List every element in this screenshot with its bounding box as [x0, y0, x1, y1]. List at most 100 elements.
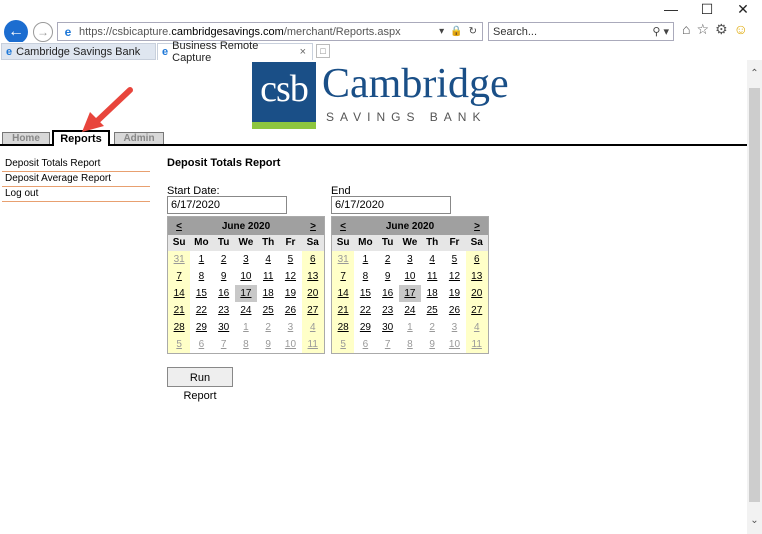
prev-month-link[interactable]: <	[168, 221, 190, 232]
calendar-day[interactable]: 4	[257, 251, 279, 268]
start-date-input[interactable]	[167, 196, 287, 214]
calendar-day[interactable]: 2	[213, 251, 235, 268]
calendar-day[interactable]: 1	[235, 319, 257, 336]
calendar-day[interactable]: 7	[168, 268, 191, 285]
calendar-day[interactable]: 22	[354, 302, 376, 319]
calendar-day[interactable]: 31	[332, 251, 355, 268]
next-month-link[interactable]: >	[302, 221, 324, 232]
new-tab-button[interactable]: □	[316, 44, 330, 58]
calendar-day[interactable]: 28	[168, 319, 191, 336]
calendar-day[interactable]: 10	[443, 336, 465, 353]
calendar-day[interactable]: 6	[301, 251, 324, 268]
calendar-day[interactable]: 16	[377, 285, 399, 302]
prev-month-link[interactable]: <	[332, 221, 354, 232]
calendar-day[interactable]: 4	[421, 251, 443, 268]
calendar-day[interactable]: 16	[213, 285, 235, 302]
end-date-input[interactable]	[331, 196, 451, 214]
back-button[interactable]: ←	[4, 20, 28, 44]
sidebar-item-deposit-average[interactable]: Deposit Average Report	[2, 172, 150, 187]
address-bar[interactable]: e https://csbicapture. cambridgesavings.c…	[57, 22, 483, 41]
calendar-day[interactable]: 2	[377, 251, 399, 268]
calendar-day[interactable]: 30	[377, 319, 399, 336]
calendar-day[interactable]: 5	[443, 251, 465, 268]
calendar-day[interactable]: 9	[377, 268, 399, 285]
calendar-day[interactable]: 26	[443, 302, 465, 319]
calendar-day[interactable]: 11	[301, 336, 324, 353]
calendar-day[interactable]: 13	[465, 268, 488, 285]
calendar-day[interactable]: 20	[465, 285, 488, 302]
calendar-day[interactable]: 2	[421, 319, 443, 336]
calendar-day[interactable]: 9	[257, 336, 279, 353]
calendar-day[interactable]: 5	[332, 336, 355, 353]
gear-icon[interactable]: ⚙	[715, 21, 728, 38]
calendar-day[interactable]: 30	[213, 319, 235, 336]
calendar-day[interactable]: 24	[235, 302, 257, 319]
calendar-day[interactable]: 27	[301, 302, 324, 319]
calendar-day[interactable]: 18	[421, 285, 443, 302]
calendar-day[interactable]: 19	[443, 285, 465, 302]
calendar-day[interactable]: 15	[190, 285, 212, 302]
calendar-day[interactable]: 8	[354, 268, 376, 285]
calendar-day[interactable]: 29	[354, 319, 376, 336]
calendar-day[interactable]: 13	[301, 268, 324, 285]
calendar-day[interactable]: 25	[421, 302, 443, 319]
calendar-day[interactable]: 7	[377, 336, 399, 353]
calendar-day[interactable]: 17	[234, 285, 258, 302]
browser-tab-remote-capture[interactable]: e Business Remote Capture ×	[157, 40, 313, 64]
calendar-day[interactable]: 3	[399, 251, 421, 268]
calendar-day[interactable]: 6	[190, 336, 212, 353]
calendar-day[interactable]: 14	[332, 285, 355, 302]
calendar-day[interactable]: 9	[421, 336, 443, 353]
calendar-day[interactable]: 1	[190, 251, 212, 268]
calendar-day[interactable]: 11	[465, 336, 488, 353]
calendar-day[interactable]: 31	[168, 251, 191, 268]
forward-button[interactable]: →	[33, 22, 53, 42]
calendar-day[interactable]: 5	[279, 251, 301, 268]
star-icon[interactable]: ☆	[696, 21, 709, 38]
calendar-day[interactable]: 1	[399, 319, 421, 336]
calendar-day[interactable]: 26	[279, 302, 301, 319]
calendar-day[interactable]: 12	[279, 268, 301, 285]
calendar-day[interactable]: 10	[235, 268, 257, 285]
minimize-icon[interactable]: —	[662, 2, 680, 16]
calendar-day[interactable]: 18	[257, 285, 279, 302]
scroll-up-icon[interactable]: ⌃	[747, 68, 762, 79]
calendar-day[interactable]: 5	[168, 336, 191, 353]
close-tab-icon[interactable]: ×	[300, 46, 306, 58]
calendar-day[interactable]: 21	[332, 302, 355, 319]
dropdown-icon[interactable]: ▾	[439, 26, 444, 37]
calendar-day[interactable]: 11	[257, 268, 279, 285]
calendar-day[interactable]: 8	[235, 336, 257, 353]
lock-icon[interactable]: 🔒	[450, 26, 462, 37]
calendar-day[interactable]: 4	[301, 319, 324, 336]
calendar-day[interactable]: 28	[332, 319, 355, 336]
calendar-day[interactable]: 29	[190, 319, 212, 336]
calendar-day[interactable]: 6	[354, 336, 376, 353]
calendar-day[interactable]: 24	[399, 302, 421, 319]
calendar-day[interactable]: 19	[279, 285, 301, 302]
sidebar-item-deposit-totals[interactable]: Deposit Totals Report	[2, 157, 150, 172]
calendar-day[interactable]: 8	[399, 336, 421, 353]
calendar-day[interactable]: 4	[465, 319, 488, 336]
scroll-thumb[interactable]	[749, 88, 760, 502]
calendar-day[interactable]: 20	[301, 285, 324, 302]
calendar-day[interactable]: 15	[354, 285, 376, 302]
calendar-day[interactable]: 8	[190, 268, 212, 285]
maximize-icon[interactable]: ☐	[698, 2, 716, 16]
calendar-day[interactable]: 27	[465, 302, 488, 319]
scroll-down-icon[interactable]: ⌄	[747, 515, 762, 526]
calendar-day[interactable]: 7	[213, 336, 235, 353]
next-month-link[interactable]: >	[466, 221, 488, 232]
search-icon[interactable]: ⚲	[652, 26, 660, 38]
calendar-day[interactable]: 3	[235, 251, 257, 268]
calendar-day[interactable]: 17	[398, 285, 422, 302]
calendar-day[interactable]: 14	[168, 285, 191, 302]
search-input[interactable]: Search... ⚲ ▾	[488, 22, 674, 41]
calendar-day[interactable]: 7	[332, 268, 355, 285]
calendar-day[interactable]: 23	[213, 302, 235, 319]
run-report-button[interactable]: Run Report	[167, 367, 233, 402]
calendar-day[interactable]: 11	[421, 268, 443, 285]
refresh-icon[interactable]: ↻	[469, 26, 477, 37]
close-window-icon[interactable]: ✕	[734, 2, 752, 16]
calendar-day[interactable]: 6	[465, 251, 488, 268]
